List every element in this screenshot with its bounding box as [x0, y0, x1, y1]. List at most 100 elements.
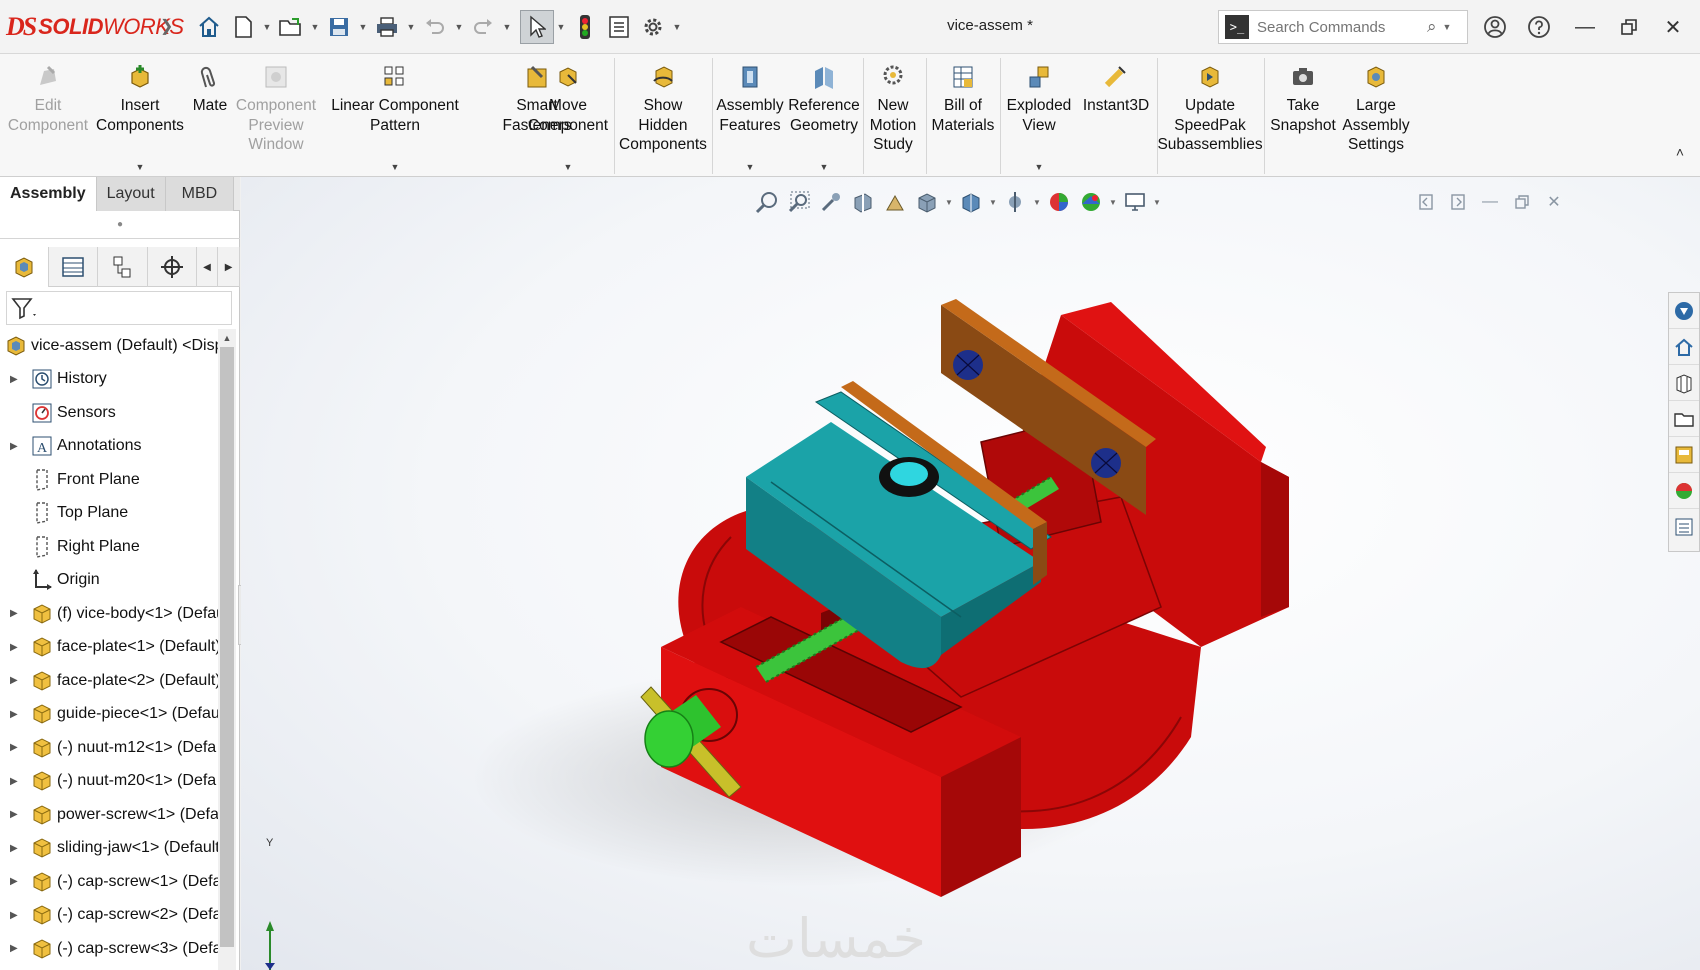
feature-manager-tab[interactable]	[0, 247, 50, 287]
tree-item[interactable]: Origin	[0, 564, 218, 598]
tree-expand-arrow-icon[interactable]: ▶	[10, 742, 18, 753]
collapse-ribbon-chevron-icon[interactable]: ˄	[1676, 144, 1684, 160]
graphics-area[interactable]: ▼ ▼ ▼ ▼ ▼ — ✕ خمسات Y	[241, 177, 1700, 970]
select-dropdown-icon[interactable]: ▼	[554, 10, 568, 44]
solidworks-resources-icon[interactable]	[1669, 293, 1699, 329]
tree-item[interactable]: ▶ guide-piece<1> (Defau	[0, 698, 218, 732]
print-icon[interactable]	[370, 10, 404, 44]
tree-item[interactable]: ▶ (-) cap-screw<1> (Defa	[0, 865, 218, 899]
open-folder-icon[interactable]	[274, 10, 308, 44]
solidworks-logo[interactable]: DS SOLIDWORKS	[6, 12, 184, 42]
linear-pattern-dropdown-icon[interactable]: ▼	[391, 162, 400, 172]
close-window-icon[interactable]: ✕	[1656, 12, 1690, 42]
home-icon[interactable]	[192, 10, 226, 44]
tree-expand-arrow-icon[interactable]: ▶	[10, 608, 18, 619]
feature-tree-filter[interactable]	[6, 291, 232, 325]
tree-item[interactable]: ▶ A Annotations	[0, 430, 218, 464]
tree-expand-arrow-icon[interactable]: ▶	[10, 709, 18, 720]
print-dropdown-icon[interactable]: ▼	[404, 10, 418, 44]
dimxpert-manager-tab[interactable]	[148, 247, 197, 287]
tree-expand-arrow-icon[interactable]: ▶	[10, 910, 18, 921]
exploded-view-button[interactable]: Exploded View ▼	[1004, 58, 1074, 172]
exploded-view-dropdown-icon[interactable]: ▼	[1035, 162, 1044, 172]
scrollbar-thumb[interactable]	[220, 347, 234, 947]
tree-item[interactable]: vice-assem (Default) <Displ	[0, 329, 218, 363]
insert-components-button[interactable]: Insert Components ▼	[96, 58, 184, 172]
undo-dropdown-icon[interactable]: ▼	[452, 10, 466, 44]
appearances-scenes-icon[interactable]	[1669, 473, 1699, 509]
reference-geometry-button[interactable]: Reference Geometry ▼	[788, 58, 860, 172]
property-manager-tab[interactable]	[49, 247, 99, 287]
instant3d-button[interactable]: Instant3D	[1078, 58, 1154, 170]
select-arrow-icon[interactable]	[520, 10, 554, 44]
show-hidden-components-button[interactable]: Show Hidden Components	[618, 58, 708, 170]
file-explorer-icon[interactable]	[1669, 401, 1699, 437]
bill-of-materials-button[interactable]: Bill of Materials	[930, 58, 996, 170]
new-document-icon[interactable]	[226, 10, 260, 44]
scroll-up-icon[interactable]: ▲	[218, 329, 236, 347]
options-dropdown-icon[interactable]: ▼	[670, 10, 684, 44]
tree-item[interactable]: ▶ (-) nuut-m12<1> (Defa	[0, 731, 218, 765]
tree-item[interactable]: ▶ sliding-jaw<1> (Default	[0, 832, 218, 866]
tree-item[interactable]: Sensors	[0, 396, 218, 430]
minimize-window-icon[interactable]: —	[1568, 12, 1602, 42]
restore-window-icon[interactable]	[1612, 12, 1646, 42]
tree-item[interactable]: ▶ (-) nuut-m20<1> (Defa	[0, 765, 218, 799]
component-preview-window-button[interactable]: Component Preview Window	[234, 58, 318, 170]
tree-item[interactable]: ▶ face-plate<2> (Default)	[0, 664, 218, 698]
manager-tabs-scroll-right-icon[interactable]: ▶	[218, 247, 240, 287]
tree-item[interactable]: ▶ (-) cap-screw<3> (Defa	[0, 932, 218, 966]
file-properties-icon[interactable]	[602, 10, 636, 44]
tree-item[interactable]: Top Plane	[0, 497, 218, 531]
tree-item[interactable]: Front Plane	[0, 463, 218, 497]
new-document-dropdown-icon[interactable]: ▼	[260, 10, 274, 44]
tree-expand-arrow-icon[interactable]: ▶	[10, 776, 18, 787]
take-snapshot-button[interactable]: Take Snapshot	[1268, 58, 1338, 170]
mate-button[interactable]: Mate	[188, 58, 232, 170]
tree-item[interactable]: ▶ (f) vice-body<1> (Defau	[0, 597, 218, 631]
save-dropdown-icon[interactable]: ▼	[356, 10, 370, 44]
search-icon[interactable]: ⌕	[1427, 17, 1437, 37]
menu-expand-chevron-icon[interactable]: ❯	[160, 16, 173, 36]
manager-tabs-scroll-left-icon[interactable]: ◀	[197, 247, 219, 287]
tab-layout[interactable]: Layout	[96, 177, 166, 211]
redo-icon[interactable]	[466, 10, 500, 44]
design-library-home-icon[interactable]	[1669, 329, 1699, 365]
undo-icon[interactable]	[418, 10, 452, 44]
configuration-manager-tab[interactable]	[98, 247, 148, 287]
search-dropdown-icon[interactable]: ▼	[1443, 22, 1452, 32]
custom-properties-icon[interactable]	[1669, 509, 1699, 545]
tree-item[interactable]: ▶ face-plate<1> (Default)	[0, 631, 218, 665]
linear-component-pattern-button[interactable]: Linear Component Pattern ▼	[322, 58, 468, 172]
assembly-features-button[interactable]: Assembly Features ▼	[716, 58, 784, 172]
reference-geometry-dropdown-icon[interactable]: ▼	[820, 162, 829, 172]
move-component-dropdown-icon[interactable]: ▼	[564, 162, 573, 172]
update-speedpak-subassemblies-button[interactable]: Update SpeedPak Subassemblies	[1157, 58, 1263, 170]
tree-expand-arrow-icon[interactable]: ▶	[10, 374, 18, 385]
large-assembly-settings-button[interactable]: Large Assembly Settings	[1340, 58, 1412, 170]
tree-item[interactable]: ▶ (-) cap-screw<2> (Defa	[0, 899, 218, 933]
search-commands-input[interactable]	[1255, 17, 1425, 37]
tab-mbd[interactable]: MBD	[165, 177, 235, 211]
edit-component-button[interactable]: Edit Component	[6, 58, 90, 170]
tree-expand-arrow-icon[interactable]: ▶	[10, 642, 18, 653]
search-commands-box[interactable]: >_ ⌕ ▼	[1218, 10, 1468, 44]
rebuild-icon[interactable]	[568, 10, 602, 44]
tree-expand-arrow-icon[interactable]: ▶	[10, 876, 18, 887]
panel-grip-handle[interactable]: ●	[0, 211, 240, 239]
insert-components-dropdown-icon[interactable]: ▼	[136, 162, 145, 172]
feature-tree-scrollbar[interactable]: ▲	[218, 329, 236, 970]
tree-item[interactable]: ▶ power-screw<1> (Defa	[0, 798, 218, 832]
new-motion-study-button[interactable]: New Motion Study	[866, 58, 920, 170]
view-palette-icon[interactable]	[1669, 437, 1699, 473]
tree-expand-arrow-icon[interactable]: ▶	[10, 441, 18, 452]
redo-dropdown-icon[interactable]: ▼	[500, 10, 514, 44]
tree-expand-arrow-icon[interactable]: ▶	[10, 843, 18, 854]
move-component-button[interactable]: Move Component ▼	[526, 58, 610, 172]
tree-item[interactable]: Right Plane	[0, 530, 218, 564]
help-icon[interactable]	[1522, 12, 1556, 42]
tree-expand-arrow-icon[interactable]: ▶	[10, 943, 18, 954]
tab-assembly[interactable]: Assembly	[0, 177, 97, 211]
user-account-icon[interactable]	[1478, 12, 1512, 42]
open-dropdown-icon[interactable]: ▼	[308, 10, 322, 44]
